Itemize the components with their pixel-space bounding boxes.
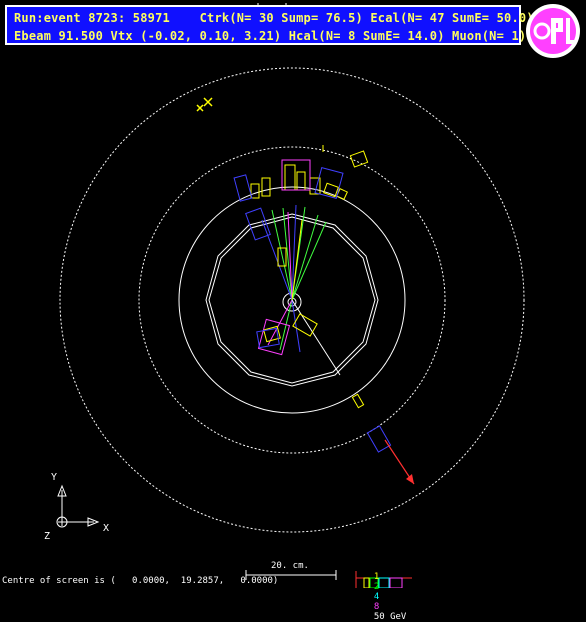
event-display xyxy=(56,3,525,588)
energy-scale-8: 8 xyxy=(373,602,380,612)
hcal-block xyxy=(366,425,392,453)
event-info-line-2: Ebeam 91.500 Vtx (-0.02, 0.10, 3.21) Hca… xyxy=(14,29,527,43)
scale-label: 20. cm. xyxy=(271,561,309,571)
energy-scale-2: 2 xyxy=(373,582,380,592)
forward-hits xyxy=(196,97,213,112)
muon xyxy=(384,439,415,485)
x-axis-label: X xyxy=(103,523,110,534)
opal-logo xyxy=(526,4,580,58)
z-axis-label: Z xyxy=(44,531,51,542)
energy-scale-50: 50 GeV xyxy=(373,612,407,622)
hcal-block xyxy=(245,207,271,241)
ecal-block xyxy=(323,182,339,198)
ecal-block xyxy=(261,177,271,197)
screen-centre-readout: Centre of screen is ( 0.0000, 19.2857, 0… xyxy=(2,576,279,586)
energy-scale-4: 4 xyxy=(373,592,380,602)
event-info-panel: Run:event 8723: 58971 Ctrk(N= 30 Sump= 7… xyxy=(5,5,534,45)
ecal-block xyxy=(349,150,369,168)
ecal-block xyxy=(351,393,365,409)
event-info-line-1: Run:event 8723: 58971 Ctrk(N= 30 Sump= 7… xyxy=(14,11,534,25)
hcal-block xyxy=(233,174,253,202)
tracks xyxy=(261,204,341,376)
ecal-clusters xyxy=(250,145,369,409)
ecal-block xyxy=(284,164,296,191)
ecal-block xyxy=(250,183,260,199)
hcal-block xyxy=(257,318,291,356)
track xyxy=(282,207,293,301)
muon-arrow-head xyxy=(406,474,414,484)
axes-indicator xyxy=(56,484,100,528)
hcal-block xyxy=(314,166,344,200)
track xyxy=(291,214,319,301)
y-axis-label: Y xyxy=(51,472,58,483)
energy-scale-1: 1 xyxy=(373,572,380,582)
track xyxy=(291,299,341,376)
energy-scale-legend: 1 2 4 8 50 GeV xyxy=(363,562,407,622)
hcal-clusters xyxy=(233,159,392,453)
